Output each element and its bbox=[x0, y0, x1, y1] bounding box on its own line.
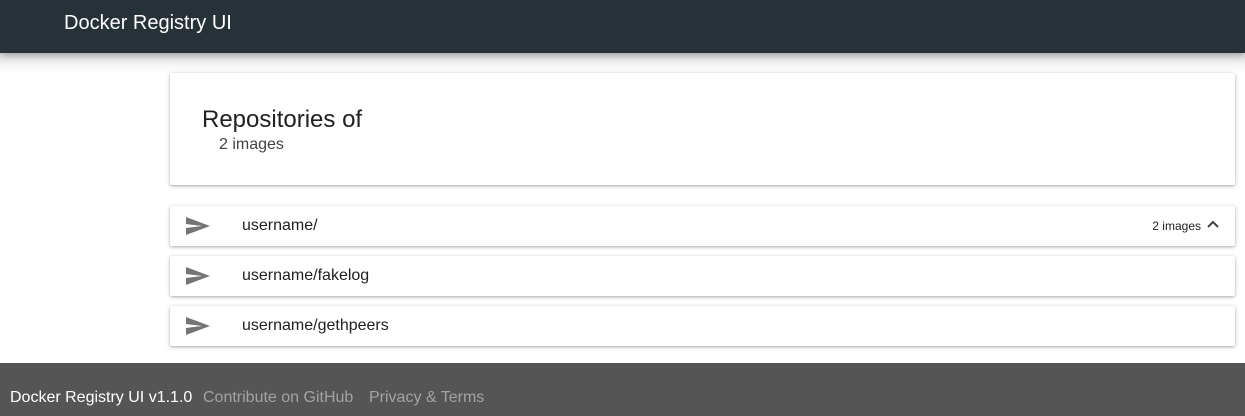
contribute-link[interactable]: Contribute on GitHub bbox=[203, 388, 353, 408]
footer-version: Docker Registry UI v1.1.0 bbox=[10, 389, 193, 406]
catalog-image-count: 2 images bbox=[219, 136, 284, 153]
privacy-terms-link[interactable]: Privacy & Terms bbox=[369, 388, 484, 408]
app-title[interactable]: Docker Registry UI bbox=[64, 11, 232, 35]
app-footer: Docker Registry UI v1.1.0 Contribute on … bbox=[0, 363, 1245, 416]
repository-row[interactable]: username/ 2 images bbox=[170, 206, 1235, 246]
repository-image-count: 2 images bbox=[1152, 219, 1201, 233]
repository-row[interactable]: username/gethpeers bbox=[170, 306, 1235, 346]
catalog-heading: Repositories of bbox=[202, 106, 363, 133]
repository-name: username/ bbox=[242, 217, 318, 234]
chevron-up-icon[interactable] bbox=[1207, 220, 1219, 228]
app-header: Docker Registry UI bbox=[0, 0, 1245, 53]
send-icon bbox=[186, 317, 210, 335]
catalog-card: Repositories of 2 images bbox=[170, 73, 1235, 185]
header-shadow bbox=[0, 53, 1245, 73]
send-icon bbox=[186, 217, 210, 235]
send-icon bbox=[186, 267, 210, 285]
repository-name: username/fakelog bbox=[242, 267, 370, 284]
repository-row[interactable]: username/fakelog bbox=[170, 256, 1235, 296]
repository-name: username/gethpeers bbox=[242, 317, 389, 334]
